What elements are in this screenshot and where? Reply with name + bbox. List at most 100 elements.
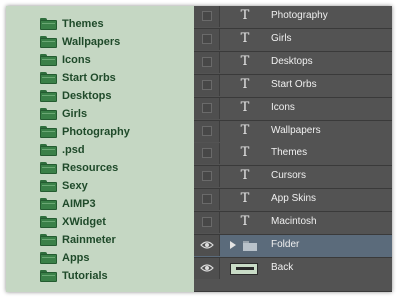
text-layer-icon: T bbox=[240, 168, 250, 183]
folder-icon bbox=[40, 234, 57, 246]
folder-icon bbox=[40, 72, 57, 84]
folder-item[interactable]: Tutorials bbox=[40, 268, 108, 284]
layer-label: Icons bbox=[271, 102, 295, 113]
folder-icon bbox=[40, 18, 57, 30]
visibility-toggle[interactable] bbox=[194, 52, 220, 73]
folder-item[interactable]: Apps bbox=[40, 250, 90, 266]
layer-label: Folder bbox=[271, 239, 300, 250]
folder-item[interactable]: Themes bbox=[40, 16, 104, 32]
visibility-box-icon bbox=[202, 217, 212, 227]
visibility-box-icon bbox=[202, 103, 212, 113]
folder-icon bbox=[40, 54, 57, 66]
folder-group-icon bbox=[243, 241, 257, 251]
visibility-toggle[interactable] bbox=[194, 258, 220, 279]
layer-row[interactable]: T Start Orbs bbox=[194, 75, 392, 98]
text-layer-icon: T bbox=[240, 145, 250, 160]
layer-row[interactable]: T Photography bbox=[194, 6, 392, 29]
layer-label: Cursors bbox=[271, 170, 307, 181]
folders-panel: Themes Wallpapers Icons Start Orbs Desktops G… bbox=[6, 6, 194, 292]
eye-icon bbox=[200, 264, 214, 272]
visibility-toggle[interactable] bbox=[194, 143, 220, 164]
folder-label: Tutorials bbox=[62, 270, 108, 282]
folder-item[interactable]: XWidget bbox=[40, 214, 106, 230]
layer-label: Macintosh bbox=[271, 216, 317, 227]
visibility-toggle[interactable] bbox=[194, 6, 220, 27]
layer-row[interactable]: T Macintosh bbox=[194, 212, 392, 235]
folder-item[interactable]: Desktops bbox=[40, 88, 112, 104]
folder-item[interactable]: Resources bbox=[40, 160, 118, 176]
layer-label: Photography bbox=[271, 10, 328, 21]
visibility-toggle[interactable] bbox=[194, 121, 220, 142]
visibility-toggle[interactable] bbox=[194, 98, 220, 119]
folder-icon bbox=[40, 180, 57, 192]
folder-icon bbox=[40, 252, 57, 264]
folder-icon bbox=[40, 108, 57, 120]
layer-label: Back bbox=[271, 262, 294, 273]
layer-row[interactable]: T Wallpapers bbox=[194, 121, 392, 144]
text-layer-icon: T bbox=[240, 191, 250, 206]
folder-label: Apps bbox=[62, 252, 90, 264]
folder-label: Photography bbox=[62, 126, 130, 138]
layer-label: Girls bbox=[271, 33, 292, 44]
folder-label: Themes bbox=[62, 18, 104, 30]
visibility-toggle[interactable] bbox=[194, 166, 220, 187]
folder-label: Rainmeter bbox=[62, 234, 116, 246]
text-layer-icon: T bbox=[240, 54, 250, 69]
folder-item[interactable]: Start Orbs bbox=[40, 70, 116, 86]
text-layer-icon: T bbox=[240, 77, 250, 92]
visibility-box-icon bbox=[202, 80, 212, 90]
folder-item[interactable]: Rainmeter bbox=[40, 232, 116, 248]
text-layer-icon: T bbox=[240, 123, 250, 138]
eye-icon bbox=[200, 241, 214, 249]
visibility-box-icon bbox=[202, 11, 212, 21]
layer-row[interactable]: T Girls bbox=[194, 29, 392, 52]
visibility-toggle[interactable] bbox=[194, 212, 220, 233]
folder-icon bbox=[40, 36, 57, 48]
folder-icon bbox=[40, 162, 57, 174]
visibility-box-icon bbox=[202, 194, 212, 204]
folder-label: Desktops bbox=[62, 90, 112, 102]
layer-label: Start Orbs bbox=[271, 79, 317, 90]
text-layer-icon: T bbox=[240, 8, 250, 23]
layers-panel: T Photography T Girls T Desktops T Start Orbs T I… bbox=[194, 6, 392, 292]
thumbnail-bar bbox=[236, 267, 254, 270]
folder-item[interactable]: Girls bbox=[40, 106, 87, 122]
layer-label: Wallpapers bbox=[271, 125, 321, 136]
folder-item[interactable]: Wallpapers bbox=[40, 34, 120, 50]
layer-row[interactable]: T Themes bbox=[194, 143, 392, 166]
layer-row[interactable]: T Icons bbox=[194, 98, 392, 121]
folder-label: Icons bbox=[62, 54, 91, 66]
layer-row-folder[interactable]: Folder bbox=[194, 235, 392, 258]
visibility-box-icon bbox=[202, 171, 212, 181]
folder-icon bbox=[40, 90, 57, 102]
layer-label: Desktops bbox=[271, 56, 313, 67]
layer-row[interactable]: T Cursors bbox=[194, 166, 392, 189]
folder-label: Sexy bbox=[62, 180, 88, 192]
layer-row[interactable]: T App Skins bbox=[194, 189, 392, 212]
folder-label: XWidget bbox=[62, 216, 106, 228]
folder-icon bbox=[40, 144, 57, 156]
visibility-toggle[interactable] bbox=[194, 75, 220, 96]
folder-item[interactable]: .psd bbox=[40, 142, 85, 158]
folder-label: Start Orbs bbox=[62, 72, 116, 84]
folder-item[interactable]: Photography bbox=[40, 124, 130, 140]
folder-item[interactable]: Sexy bbox=[40, 178, 88, 194]
visibility-box-icon bbox=[202, 34, 212, 44]
screenshot-frame: Themes Wallpapers Icons Start Orbs Desktops G… bbox=[6, 6, 392, 292]
visibility-toggle[interactable] bbox=[194, 29, 220, 50]
layer-row-back[interactable]: Back bbox=[194, 258, 392, 292]
visibility-box-icon bbox=[202, 126, 212, 136]
text-layer-icon: T bbox=[240, 214, 250, 229]
folder-label: AIMP3 bbox=[62, 198, 96, 210]
folder-label: Wallpapers bbox=[62, 36, 121, 48]
layer-row[interactable]: T Desktops bbox=[194, 52, 392, 75]
visibility-toggle[interactable] bbox=[194, 189, 220, 210]
folder-item[interactable]: Icons bbox=[40, 52, 91, 68]
folder-icon bbox=[40, 126, 57, 138]
visibility-toggle[interactable] bbox=[194, 235, 220, 256]
folder-icon bbox=[40, 216, 57, 228]
expand-arrow-icon[interactable] bbox=[230, 241, 236, 249]
folder-item[interactable]: AIMP3 bbox=[40, 196, 96, 212]
folder-label: Girls bbox=[62, 108, 88, 120]
folder-label: .psd bbox=[62, 144, 85, 156]
